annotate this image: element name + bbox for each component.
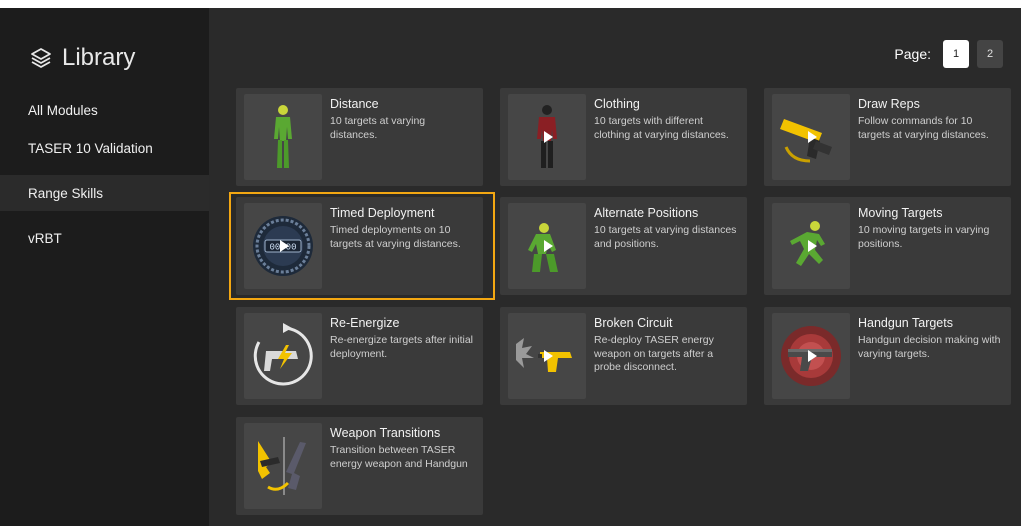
play-icon — [808, 131, 817, 143]
module-title: Draw Reps — [858, 97, 920, 111]
handgun-icon — [772, 313, 850, 399]
module-title: Timed Deployment — [330, 206, 435, 220]
module-card-timed-deployment[interactable]: 00:00 Timed Deployment Timed deployments… — [236, 197, 483, 295]
module-description: Follow commands for 10 targets at varyin… — [858, 115, 989, 141]
sidebar-item-all-modules[interactable]: All Modules — [0, 92, 209, 128]
module-card-moving-targets[interactable]: Moving Targets 10 moving targets in vary… — [764, 197, 1011, 295]
sidebar-item-range-skills[interactable]: Range Skills — [0, 175, 209, 211]
play-icon — [544, 350, 553, 362]
module-description: Transition between TASER energy weapon a… — [330, 444, 468, 470]
module-title: Broken Circuit — [594, 316, 673, 330]
layers-icon — [30, 47, 52, 69]
module-card-clothing[interactable]: Clothing 10 targets with different cloth… — [500, 88, 747, 186]
module-description: 10 targets at varying distances. — [330, 115, 426, 141]
broken-circuit-icon — [508, 313, 586, 399]
re-energize-icon — [244, 313, 322, 399]
module-description: Re-energize targets after initial deploy… — [330, 334, 473, 360]
sidebar-item-taser-10-validation[interactable]: TASER 10 Validation — [0, 130, 209, 166]
module-title: Distance — [330, 97, 379, 111]
module-description: Timed deployments on 10 targets at varyi… — [330, 224, 461, 250]
page-label: Page: — [894, 46, 931, 62]
module-card-re-energize[interactable]: Re-Energize Re-energize targets after in… — [236, 307, 483, 405]
module-description: Re-deploy TASER energy weapon on targets… — [594, 334, 714, 373]
module-description: 10 targets with different clothing at va… — [594, 115, 729, 141]
module-title: Alternate Positions — [594, 206, 699, 220]
module-card-distance[interactable]: Distance 10 targets at varying distances… — [236, 88, 483, 186]
play-icon — [544, 131, 553, 143]
library-title: Library — [62, 44, 136, 71]
pagination: Page: 1 2 — [894, 40, 1003, 68]
module-card-broken-circuit[interactable]: Broken Circuit Re-deploy TASER energy we… — [500, 307, 747, 405]
sidebar: Library All Modules TASER 10 Validation … — [0, 8, 209, 526]
app-window: Library All Modules TASER 10 Validation … — [0, 8, 1021, 526]
module-description: 10 targets at varying distances and posi… — [594, 224, 737, 250]
play-icon — [808, 350, 817, 362]
play-icon — [280, 240, 289, 252]
play-icon — [808, 240, 817, 252]
module-title: Clothing — [594, 97, 640, 111]
module-title: Moving Targets — [858, 206, 943, 220]
module-card-weapon-transitions[interactable]: Weapon Transitions Transition between TA… — [236, 417, 483, 515]
figure-running-icon — [772, 203, 850, 289]
module-title: Weapon Transitions — [330, 426, 441, 440]
sidebar-item-vrbt[interactable]: vRBT — [0, 220, 209, 256]
figure-clothed-icon — [508, 94, 586, 180]
module-card-handgun-targets[interactable]: Handgun Targets Handgun decision making … — [764, 307, 1011, 405]
library-header: Library — [30, 42, 135, 74]
module-title: Handgun Targets — [858, 316, 953, 330]
play-icon — [544, 240, 553, 252]
weapon-transition-icon — [244, 423, 322, 509]
module-description: 10 moving targets in varying positions. — [858, 224, 990, 250]
module-card-alternate-positions[interactable]: Alternate Positions 10 targets at varyin… — [500, 197, 747, 295]
page-2-button[interactable]: 2 — [977, 40, 1003, 68]
taser-draw-icon — [772, 94, 850, 180]
page-1-button[interactable]: 1 — [943, 40, 969, 68]
module-description: Handgun decision making with varying tar… — [858, 334, 1001, 360]
module-title: Re-Energize — [330, 316, 400, 330]
figure-standing-icon — [244, 94, 322, 180]
timer-icon: 00:00 — [244, 203, 322, 289]
figure-crouching-icon — [508, 203, 586, 289]
module-card-draw-reps[interactable]: Draw Reps Follow commands for 10 targets… — [764, 88, 1011, 186]
